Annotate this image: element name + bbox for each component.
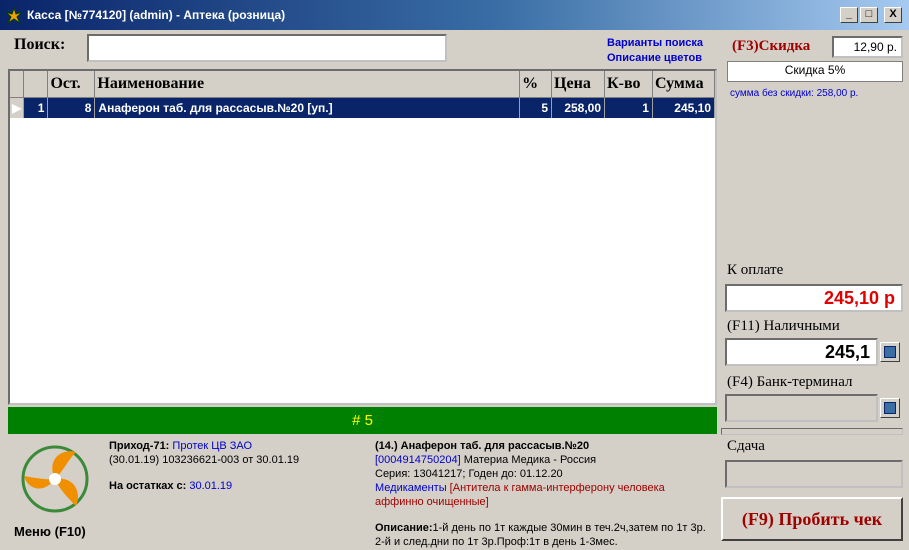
bank-label: (F4) Банк-терминал [727,374,853,390]
total-label: К оплате [727,262,784,278]
window-title: Касса [№774120] (admin) - Аптека (розниц… [27,8,286,22]
col-sum[interactable]: Сумма [652,71,715,98]
income-label: Приход-71: [109,440,170,452]
col-indicator [10,71,25,98]
menu-logo-icon[interactable] [16,440,94,518]
cell-sum[interactable]: 245,10 [652,97,715,118]
cash-input[interactable]: 245,1 [725,338,878,366]
cell-price[interactable]: 258,00 [551,97,606,118]
balance-date: 30.01.19 [189,480,233,492]
progress-bar [721,428,903,435]
desc-label: Описание: [375,522,433,534]
color-legend-link[interactable]: Описание цветов [607,51,703,66]
app-logo-icon [5,6,23,25]
status-bar: # 5 [8,407,717,434]
close-button[interactable]: X [884,7,902,23]
total-value: 245,10 р [725,284,903,312]
col-price[interactable]: Цена [551,71,606,98]
col-discount[interactable]: % [519,71,553,98]
balance-label: На остатках с: [109,480,187,492]
bank-calculator-icon[interactable] [880,398,900,418]
cash-label: (F11) Наличными [727,318,840,334]
grid-header: Ост. Наименование % Цена К-во Сумма [10,71,715,98]
cell-discount[interactable]: 5 [519,97,553,118]
discount-label[interactable]: (F3)Скидка [732,38,810,55]
product-series: Серия: 13041217; Годен до: 01.12.20 [375,468,563,480]
title-bar: Касса [№774120] (admin) - Аптека (розниц… [0,0,909,30]
discount-value: 12,90 р. [832,36,903,58]
product-category: Медикаменты [375,482,447,494]
cell-stock[interactable]: 8 [47,97,96,118]
cell-number[interactable]: 1 [23,97,49,118]
col-stock[interactable]: Ост. [47,71,96,98]
maximize-button[interactable]: □ [860,7,878,23]
product-barcode: [0004914750204] [375,454,461,466]
minimize-button[interactable]: _ [840,7,858,23]
cell-qty[interactable]: 1 [604,97,653,118]
cash-calculator-icon[interactable] [880,342,900,362]
product-info: (14.) Анаферон таб. для рассасыв.№20 [00… [375,439,715,549]
supplier-text: Протек ЦВ ЗАО [172,440,253,452]
cell-name[interactable]: Анаферон таб. для рассасыв.№20 [уп.] [94,97,521,118]
search-input[interactable] [87,34,447,62]
change-value [725,460,903,488]
col-qty[interactable]: К-во [604,71,653,98]
table-row[interactable]: ▶ 1 8 Анаферон таб. для рассасыв.№20 [уп… [10,97,715,118]
menu-button-label[interactable]: Меню (F10) [14,525,86,539]
items-grid[interactable]: Ост. Наименование % Цена К-во Сумма ▶ 1 … [8,69,717,405]
col-number [23,71,49,98]
discount-note: сумма без скидки: 258,00 р. [730,88,859,99]
receipt-info: Приход-71: Протек ЦВ ЗАО (30.01.19) 1032… [109,439,359,493]
product-title: (14.) Анаферон таб. для рассасыв.№20 [375,440,590,452]
col-name[interactable]: Наименование [94,71,521,98]
row-indicator-icon: ▶ [10,97,25,118]
print-receipt-button[interactable]: (F9) Пробить чек [721,497,903,541]
change-label: Сдача [727,438,765,454]
discount-name: Скидка 5% [727,61,903,82]
product-maker: Материа Медика - Россия [463,454,597,466]
receipt-doc: (30.01.19) 103236621-003 от 30.01.19 [109,454,300,466]
search-label: Поиск: [14,36,66,53]
bank-input[interactable] [725,394,878,422]
search-variants-link[interactable]: Варианты поиска [607,36,703,51]
